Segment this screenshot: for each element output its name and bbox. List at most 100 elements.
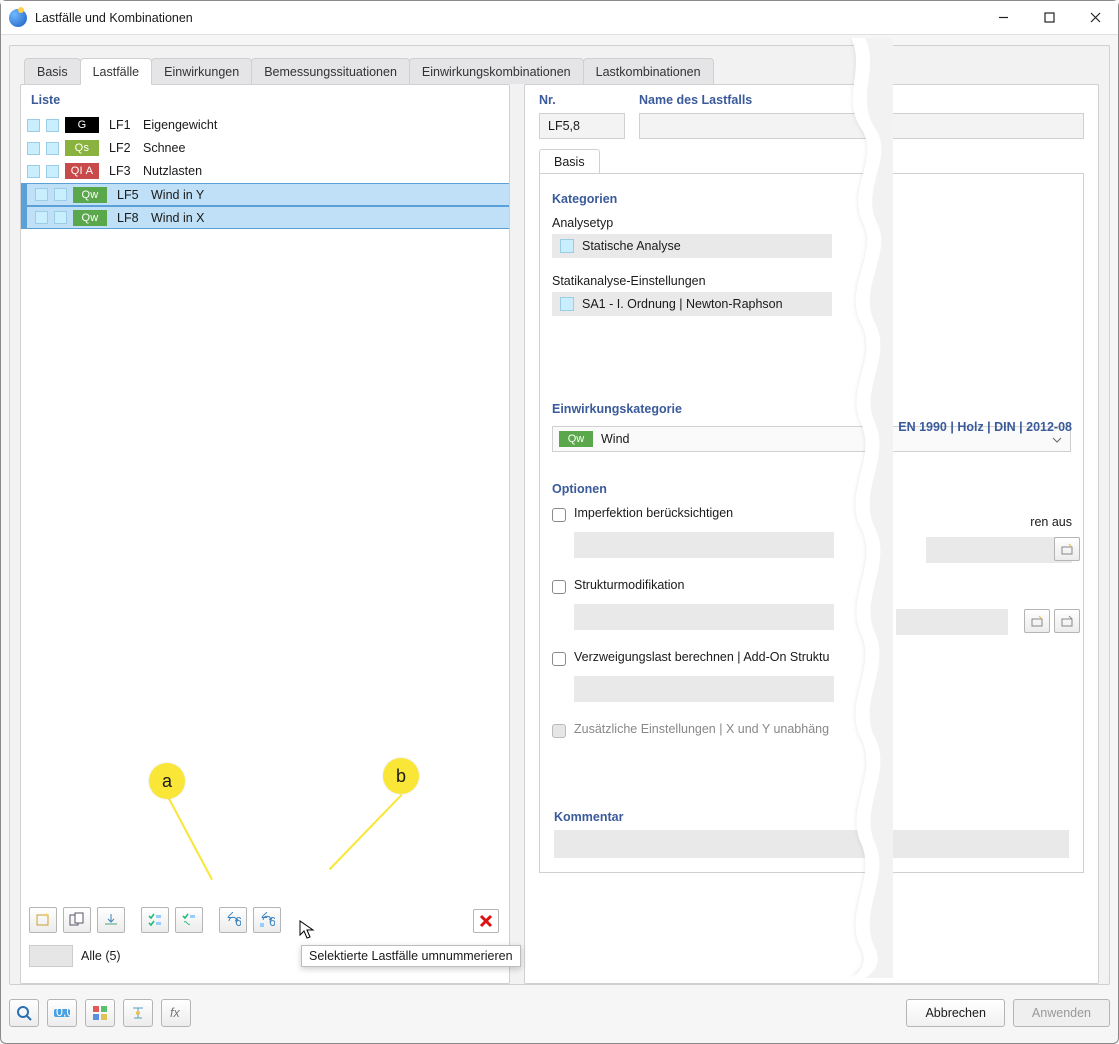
opt-verzweigung-label: Verzweigungslast berechnen | Add-On Stru…: [574, 650, 829, 664]
tab-einwirkungskombinationen[interactable]: Einwirkungskombinationen: [409, 58, 584, 84]
window-titlebar: Lastfälle und Kombinationen: [1, 1, 1118, 35]
subtab-basis[interactable]: Basis: [539, 149, 600, 174]
loadcase-number: LF5: [117, 188, 145, 202]
list-item[interactable]: Qw LF5 Wind in Y: [21, 183, 509, 206]
name-label: Name des Lastfalls: [639, 93, 1084, 107]
item-toggle-b[interactable]: [46, 165, 59, 178]
list-item[interactable]: Qs LF2 Schnee: [21, 137, 509, 160]
checkbox-strukturmod[interactable]: [552, 580, 566, 594]
opt-verzweigung-field[interactable]: [574, 676, 834, 702]
copy-loadcase-button[interactable]: [63, 907, 91, 933]
kommentar-input[interactable]: [554, 830, 1069, 858]
chevron-down-icon: [1052, 434, 1062, 448]
filter-color-selector[interactable]: [29, 945, 73, 967]
settings-button[interactable]: [123, 999, 153, 1027]
help-button[interactable]: [9, 999, 39, 1027]
opt-zusaetzliche-label: Zusätzliche Einstellungen | X und Y unab…: [574, 722, 829, 736]
edit-icon-button-3[interactable]: [1054, 609, 1080, 633]
new-loadcase-button[interactable]: [29, 907, 57, 933]
filter-label: Alle (5): [81, 949, 121, 963]
apply-button[interactable]: Anwenden: [1013, 999, 1110, 1027]
loadcase-number: LF3: [109, 164, 137, 178]
tab-lastfaelle[interactable]: Lastfälle: [80, 58, 153, 85]
window-minimize-button[interactable]: [980, 1, 1026, 35]
item-toggle-a[interactable]: [27, 142, 40, 155]
item-toggle-b[interactable]: [46, 142, 59, 155]
opt-imperfektion-field[interactable]: [574, 532, 834, 558]
statik-text: SA1 - I. Ordnung | Newton-Raphson: [582, 297, 783, 311]
loadcase-list[interactable]: GLF1Eigengewicht Qs LF2 Schnee QI ALF3Nutzla…: [21, 113, 509, 893]
tab-bemessungssituationen[interactable]: Bemessungssituationen: [251, 58, 410, 84]
loadcase-number: LF1: [109, 118, 137, 132]
loadcase-name: Wind in X: [151, 211, 503, 225]
tab-lastkombinationen[interactable]: Lastkombinationen: [583, 58, 714, 84]
opt-imperfektion-label: Imperfektion berücksichtigen: [574, 506, 733, 520]
color-swatch-icon: [560, 297, 574, 311]
list-item[interactable]: QI ALF3Nutzlasten: [21, 160, 509, 183]
list-toolbar: 26 26: [29, 907, 281, 933]
kommentar-heading: Kommentar: [554, 810, 1069, 824]
edit-icon-button-2[interactable]: [1024, 609, 1050, 633]
right-strukturmod-field[interactable]: [896, 609, 1008, 635]
function-button[interactable]: fx: [161, 999, 191, 1027]
app-icon: [9, 9, 27, 27]
tab-basis[interactable]: Basis: [24, 58, 81, 84]
window-close-button[interactable]: [1072, 1, 1118, 35]
svg-text:0,00: 0,00: [56, 1006, 71, 1019]
renumber-selected-button[interactable]: 26: [253, 907, 281, 933]
loadcase-number: LF8: [117, 211, 145, 225]
edit-icon-button-1[interactable]: [1054, 537, 1080, 561]
import-button[interactable]: [97, 907, 125, 933]
item-toggle-a[interactable]: [27, 119, 40, 132]
colors-button[interactable]: [85, 999, 115, 1027]
analysetyp-label: Analysetyp: [552, 216, 1071, 230]
checkbox-imperfektion[interactable]: [552, 508, 566, 522]
item-toggle-a[interactable]: [27, 165, 40, 178]
optionen-heading: Optionen: [552, 482, 1071, 496]
item-toggle-b[interactable]: [46, 119, 59, 132]
color-swatch-icon: [560, 239, 574, 253]
window-title: Lastfälle und Kombinationen: [35, 11, 980, 25]
opt-right-fragment: ren aus: [1030, 515, 1072, 529]
units-button[interactable]: 0,00: [47, 999, 77, 1027]
loadcase-name: Schnee: [143, 141, 503, 155]
opt-strukturmod-label: Strukturmodifikation: [574, 578, 684, 592]
checkbox-verzweigung[interactable]: [552, 652, 566, 666]
svg-text:6: 6: [235, 915, 241, 928]
delete-loadcase-button[interactable]: [473, 909, 499, 933]
item-toggle-b[interactable]: [54, 211, 67, 224]
norm-label: EN 1990 | Holz | DIN | 2012-08: [898, 420, 1072, 434]
tooltip: Selektierte Lastfälle umnummerieren: [301, 945, 521, 967]
loadcase-list-panel: Liste GLF1Eigengewicht Qs LF2 Schnee QI ALF3…: [20, 84, 510, 984]
select-all-button[interactable]: [141, 907, 169, 933]
dialog-content: Basis Lastfälle Einwirkungen Bemessungss…: [9, 45, 1110, 985]
category-badge: Qs: [65, 140, 99, 156]
name-input[interactable]: [639, 113, 1084, 139]
opt-strukturmod-field[interactable]: [574, 604, 834, 630]
annotation-a: a: [149, 763, 185, 799]
tab-einwirkungen[interactable]: Einwirkungen: [151, 58, 252, 84]
renumber-all-button[interactable]: 26: [219, 907, 247, 933]
list-item[interactable]: QwLF8Wind in X: [21, 206, 509, 229]
list-heading: Liste: [21, 85, 509, 113]
item-toggle-b[interactable]: [54, 188, 67, 201]
kategorien-heading: Kategorien: [552, 192, 1071, 206]
loadcase-number: LF2: [109, 141, 137, 155]
deselect-all-button[interactable]: [175, 907, 203, 933]
item-toggle-a[interactable]: [35, 188, 48, 201]
category-badge: Qw: [73, 187, 107, 203]
list-item[interactable]: GLF1Eigengewicht: [21, 114, 509, 137]
cancel-button[interactable]: Abbrechen: [906, 999, 1004, 1027]
selection-handle: [21, 207, 27, 228]
svg-text:2: 2: [227, 912, 234, 921]
analysetyp-value[interactable]: Statische Analyse: [552, 234, 832, 258]
window-maximize-button[interactable]: [1026, 1, 1072, 35]
einwirkungskategorie-heading: Einwirkungskategorie: [552, 402, 1071, 416]
einwirkungskategorie-value: Wind: [601, 432, 629, 446]
cursor-icon: [299, 920, 315, 943]
statik-value[interactable]: SA1 - I. Ordnung | Newton-Raphson: [552, 292, 832, 316]
right-redefine-field[interactable]: [926, 537, 1072, 563]
item-toggle-a[interactable]: [35, 211, 48, 224]
loadcase-name: Wind in Y: [151, 188, 503, 202]
nr-input[interactable]: LF5,8: [539, 113, 625, 139]
